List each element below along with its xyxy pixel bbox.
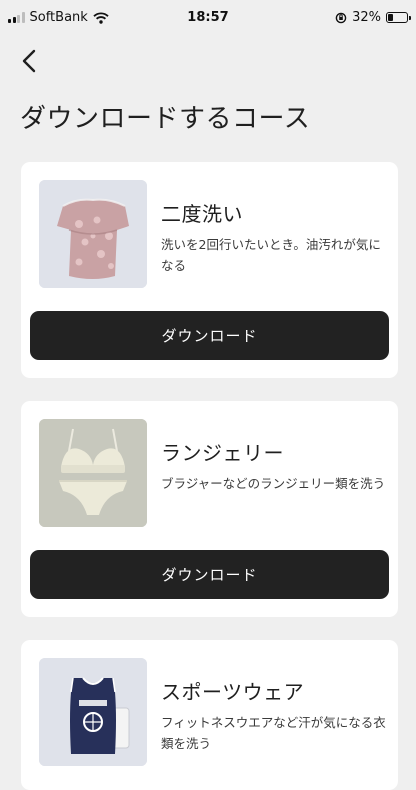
course-description: 洗いを2回行いたいとき。油汚れが気になる [161, 237, 381, 273]
course-card-sportswear: スポーツウェア フィットネスウエアなど汗が気になる衣類を洗う [21, 640, 398, 790]
course-card-lingerie: ランジェリー ブラジャーなどのランジェリー類を洗う ダウンロード [21, 401, 398, 617]
course-title: スポーツウェア [161, 680, 305, 704]
course-thumbnail [39, 419, 147, 527]
course-thumbnail [39, 658, 147, 766]
page-title: ダウンロードするコース [20, 104, 311, 134]
course-card-double-wash: 二度洗い 洗いを2回行いたいとき。油汚れが気になる ダウンロード [21, 162, 398, 378]
status-right: 32% [335, 10, 411, 25]
course-description: フィットネスウエアなど汗が気になる衣類を洗う [161, 715, 386, 751]
course-thumbnail [39, 180, 147, 288]
status-bar: SoftBank 18:57 32% [0, 0, 416, 36]
course-description: ブラジャーなどのランジェリー類を洗う [161, 476, 386, 491]
battery-level [388, 14, 393, 21]
download-button[interactable]: ダウンロード [30, 550, 389, 599]
course-title: 二度洗い [161, 202, 243, 226]
back-button[interactable] [18, 46, 46, 76]
pink-shirt-image [39, 180, 147, 288]
battery-percent: 32% [352, 10, 381, 25]
battery-icon [386, 12, 411, 23]
download-button[interactable]: ダウンロード [30, 311, 389, 360]
orientation-lock-icon [335, 12, 347, 23]
chevron-left-icon [22, 49, 36, 73]
sportswear-image [39, 658, 147, 766]
course-title: ランジェリー [161, 441, 284, 465]
lingerie-image [39, 419, 147, 527]
